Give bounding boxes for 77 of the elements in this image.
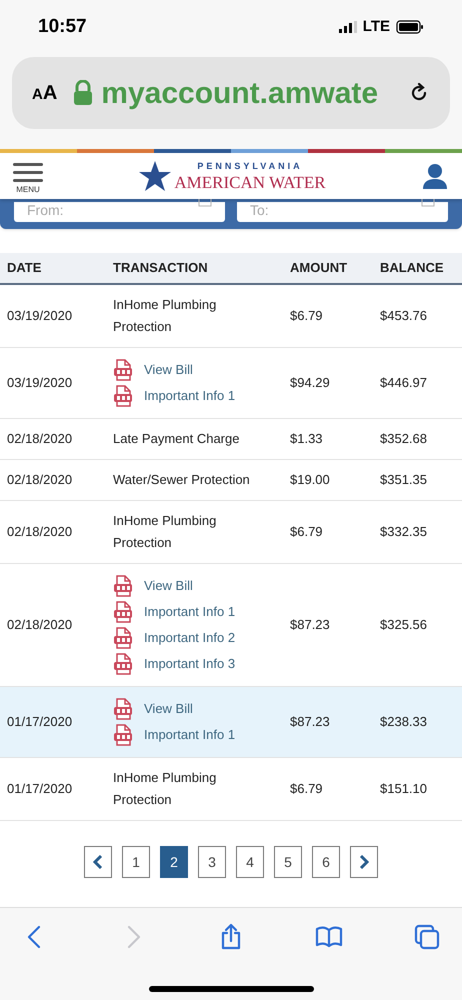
- date-cell-text: 02/18/2020: [6, 523, 74, 542]
- next-page-button[interactable]: [350, 846, 378, 878]
- page-button[interactable]: 6: [312, 846, 340, 878]
- date-cell-text: 02/18/2020: [6, 616, 74, 634]
- amount-cell-text: $19.00: [290, 471, 331, 490]
- page-button[interactable]: 3: [198, 846, 226, 878]
- transaction-cell-text: Water/Sewer Protection: [113, 471, 251, 489]
- pdf-icon: [113, 601, 133, 623]
- calendar-icon: [198, 199, 212, 207]
- amount-cell-text: $1.33: [290, 430, 324, 448]
- balance-cell-text: $446.97: [380, 374, 428, 392]
- date-cell-text: 01/17/2020: [6, 713, 74, 732]
- page-button[interactable]: 4: [236, 846, 264, 878]
- pdf-icon: [113, 653, 133, 675]
- balance-cell-text: $325.56: [380, 616, 428, 634]
- amount-cell-text: $87.23: [290, 713, 331, 732]
- column-header: BALANCE: [380, 259, 445, 278]
- pdf-icon: [113, 724, 133, 746]
- document-link[interactable]: Important Info 2: [144, 628, 236, 648]
- menu-button[interactable]: MENU: [13, 158, 43, 194]
- amount-cell-text: $6.79: [290, 523, 324, 542]
- document-link[interactable]: View Bill: [144, 699, 193, 719]
- column-header: AMOUNT: [290, 259, 348, 278]
- document-link[interactable]: View Bill: [144, 360, 193, 380]
- logo-subtitle: PENNSYLVANIA: [197, 162, 303, 170]
- balance-cell-text: $352.68: [380, 430, 428, 448]
- document-link[interactable]: Important Info 3: [144, 654, 236, 674]
- document-link[interactable]: View Bill: [144, 576, 193, 596]
- date-cell-text: 02/18/2020: [6, 430, 74, 448]
- text-size-button[interactable]: AA: [32, 78, 58, 108]
- user-icon[interactable]: [421, 162, 449, 190]
- date-field[interactable]: To:: [237, 202, 448, 222]
- page-button[interactable]: 5: [274, 846, 302, 878]
- transaction-cell-text: InHome Plumbing Protection: [113, 512, 218, 552]
- balance-cell-text: $351.35: [380, 471, 428, 490]
- pdf-icon: [113, 575, 133, 597]
- date-cell-text: 03/19/2020: [6, 307, 74, 326]
- page-button[interactable]: 2: [160, 846, 188, 878]
- battery-icon: [396, 20, 424, 34]
- amount-cell-text: $6.79: [290, 780, 324, 798]
- clock: 10:57: [38, 14, 87, 39]
- pdf-icon: [113, 627, 133, 649]
- balance-cell-text: $332.35: [380, 523, 428, 542]
- date-field[interactable]: From:: [14, 202, 225, 222]
- transaction-cell-text: InHome Plumbing Protection: [113, 296, 218, 336]
- pdf-icon: [113, 359, 133, 381]
- network-label: LTE: [362, 16, 390, 37]
- balance-cell-text: $238.33: [380, 713, 428, 732]
- date-cell-text: 01/17/2020: [6, 780, 74, 798]
- address-bar[interactable]: AA myaccount.amwate: [12, 57, 450, 129]
- tabs-icon[interactable]: [412, 922, 442, 952]
- amount-cell-text: $94.29: [290, 374, 331, 392]
- star-logo-icon: [138, 160, 172, 192]
- lock-icon: [73, 80, 94, 106]
- signal-icon: [338, 21, 357, 33]
- document-link[interactable]: Important Info 1: [144, 725, 236, 745]
- transaction-cell-text: InHome Plumbing Protection: [113, 769, 218, 809]
- date-cell-text: 02/18/2020: [6, 471, 74, 490]
- column-header: DATE: [6, 259, 42, 278]
- logo-title: AMERICAN WATER: [174, 174, 326, 190]
- amount-cell-text: $87.23: [290, 616, 331, 634]
- calendar-icon: [421, 199, 435, 207]
- pdf-icon: [113, 385, 133, 407]
- column-header: TRANSACTION: [113, 259, 209, 278]
- url-text: myaccount.amwate: [101, 76, 380, 112]
- document-link[interactable]: Important Info 1: [144, 602, 236, 622]
- chevron-left-icon: [93, 855, 103, 869]
- previous-page-button[interactable]: [84, 846, 112, 878]
- date-cell-text: 03/19/2020: [6, 374, 74, 392]
- balance-cell-text: $151.10: [380, 780, 428, 798]
- pdf-icon: [113, 698, 133, 720]
- page-button[interactable]: 1: [122, 846, 150, 878]
- balance-cell-text: $453.76: [380, 307, 428, 326]
- document-link[interactable]: Important Info 1: [144, 386, 236, 406]
- amount-cell-text: $6.79: [290, 307, 324, 326]
- transaction-cell-text: Late Payment Charge: [113, 430, 240, 448]
- chevron-right-icon: [359, 855, 369, 869]
